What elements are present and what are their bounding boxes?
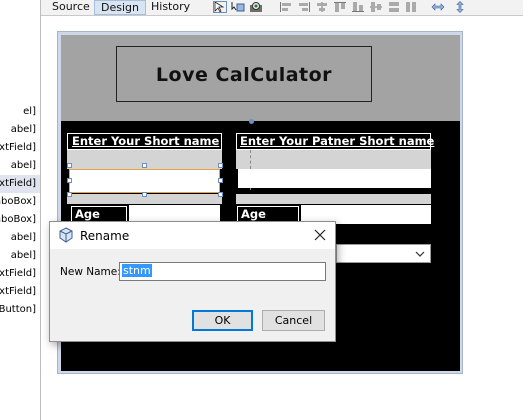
selection-mode-icon[interactable] (213, 1, 227, 13)
new-name-label: New Name: (60, 266, 121, 278)
connection-mode-icon[interactable] (231, 1, 245, 13)
netbeans-cube-icon (59, 227, 73, 243)
align-bottom-icon[interactable] (351, 1, 365, 13)
same-height-icon[interactable] (405, 1, 419, 13)
age-label-1[interactable]: Age (75, 207, 100, 222)
cancel-button[interactable]: Cancel (262, 310, 325, 331)
resize-handle[interactable] (218, 163, 223, 168)
tab-design[interactable]: Design (94, 0, 146, 15)
navigator-item[interactable]: mboBox] (0, 193, 40, 211)
resize-handle[interactable] (67, 178, 72, 183)
align-left-icon[interactable] (279, 1, 293, 13)
resize-handle[interactable] (218, 178, 223, 183)
resize-handle[interactable] (218, 192, 223, 197)
partner-short-name-label[interactable]: Enter Your Patner Short name (240, 134, 434, 149)
editor-toolbar: Source Design History (41, 0, 523, 16)
tab-source[interactable]: Source (46, 0, 96, 15)
change-horizontal-resizability-icon[interactable] (431, 1, 445, 13)
navigator-item[interactable]: abel] (0, 229, 40, 247)
navigator-item[interactable]: abel] (0, 157, 40, 175)
dialog-title: Rename (80, 229, 130, 243)
new-name-value[interactable]: stnm (122, 264, 152, 277)
navigator-item[interactable]: xtField] (0, 265, 40, 283)
resize-handle[interactable] (67, 163, 72, 168)
partner-short-name-textfield[interactable] (238, 169, 431, 188)
navigator-item[interactable]: xtField] (0, 283, 40, 301)
navigator-item[interactable]: Button] (0, 301, 40, 319)
layout-row (236, 194, 431, 204)
same-width-icon[interactable] (387, 1, 401, 13)
navigator-item[interactable]: abel] (0, 121, 40, 139)
navigator-item[interactable]: xtField] (0, 139, 40, 157)
preview-design-icon[interactable] (249, 1, 263, 13)
chevron-down-icon[interactable] (415, 250, 425, 258)
title-label[interactable]: Love CalCulator (116, 46, 372, 102)
combobox[interactable] (336, 244, 431, 263)
center-vertically-icon[interactable] (369, 1, 383, 13)
align-right-icon[interactable] (297, 1, 311, 13)
layout-anchor-icon (249, 119, 254, 124)
short-name-label[interactable]: Enter Your Short name (72, 134, 219, 149)
align-top-icon[interactable] (333, 1, 347, 13)
resize-handle[interactable] (67, 192, 72, 197)
navigator-item-selected[interactable]: xtField] (0, 175, 40, 193)
short-name-textfield[interactable] (69, 169, 220, 193)
resize-handle[interactable] (142, 163, 147, 168)
resize-handle[interactable] (142, 192, 147, 197)
navigator-panel: el] abel] xtField] abel] xtField] mboBox… (0, 0, 41, 420)
center-horizontally-icon[interactable] (315, 1, 329, 13)
close-icon[interactable] (312, 227, 328, 243)
tab-history[interactable]: History (145, 0, 196, 15)
navigator-item[interactable]: el] (0, 103, 40, 121)
age-label-2[interactable]: Age (241, 207, 266, 222)
new-name-input[interactable]: stnm (119, 262, 326, 281)
layout-row (236, 150, 431, 169)
change-vertical-resizability-icon[interactable] (453, 1, 467, 13)
navigator-item[interactable]: mboBox] (0, 211, 40, 229)
navigator-item[interactable]: abel] (0, 247, 40, 265)
ok-button[interactable]: OK (192, 310, 253, 331)
